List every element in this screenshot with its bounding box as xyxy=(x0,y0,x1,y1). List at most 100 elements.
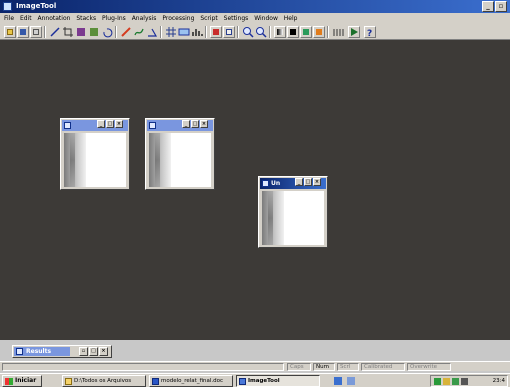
image-window-2[interactable]: _ □ × xyxy=(145,118,215,190)
taskbar-item-folder[interactable]: D:\Todos os Arquivos xyxy=(62,375,146,387)
maximize-button[interactable]: □ xyxy=(304,178,312,186)
menu-file[interactable]: File xyxy=(0,13,16,24)
menu-edit[interactable]: Edit xyxy=(18,13,34,24)
zoom-out-icon[interactable] xyxy=(255,26,267,38)
network-icon[interactable] xyxy=(434,378,441,385)
undo-icon[interactable] xyxy=(101,26,113,38)
clock: 23:4 xyxy=(492,378,505,384)
image-canvas[interactable] xyxy=(149,133,211,187)
mdi-workspace[interactable]: _ □ × _ □ × Un _ □ × xyxy=(0,40,510,340)
minimize-button[interactable]: _ xyxy=(97,120,105,128)
restore-button[interactable]: ▫ xyxy=(79,347,88,356)
histogram-icon[interactable] xyxy=(191,26,203,38)
status-scrl: Scrl xyxy=(337,363,359,371)
menu-stacks[interactable]: Stacks xyxy=(74,13,98,24)
freehand-icon[interactable] xyxy=(133,26,145,38)
image-canvas[interactable] xyxy=(64,133,126,187)
title-buttons: _ ▫ xyxy=(482,1,507,12)
image-window-icon xyxy=(149,122,156,129)
image-window-icon xyxy=(262,180,269,187)
window-icon[interactable] xyxy=(223,26,235,38)
close-button[interactable]: × xyxy=(99,347,108,356)
app-title: ImageTool xyxy=(16,2,57,10)
toolbar-separator xyxy=(115,26,117,38)
minimize-button[interactable]: _ xyxy=(482,1,494,12)
taskbar-item-word[interactable]: modelo_relat_final.doc xyxy=(149,375,233,387)
color-icon[interactable] xyxy=(300,26,312,38)
save-icon[interactable] xyxy=(17,26,29,38)
pencil-icon[interactable] xyxy=(120,26,132,38)
maximize-button[interactable]: □ xyxy=(191,120,199,128)
measure-icon[interactable] xyxy=(178,26,190,38)
word-icon xyxy=(152,378,159,385)
line-icon[interactable] xyxy=(49,26,61,38)
menu-window[interactable]: Window xyxy=(252,13,280,24)
taskbar-item-imagetool[interactable]: ImageTool xyxy=(236,375,320,387)
app-title-bar[interactable]: ImageTool _ ▫ xyxy=(0,0,510,13)
open-icon[interactable] xyxy=(4,26,16,38)
menu-help[interactable]: Help xyxy=(282,13,300,24)
windows-taskbar: Iniciar D:\Todos os Arquivos modelo_rela… xyxy=(0,373,510,387)
tool-bar: ? xyxy=(0,24,510,40)
quick-launch-icon[interactable] xyxy=(332,375,344,387)
folder-icon xyxy=(65,378,72,385)
tray-icon[interactable] xyxy=(461,378,468,385)
imagetool-window: ImageTool _ ▫ File Edit Annotation Stack… xyxy=(0,0,510,387)
menu-settings[interactable]: Settings xyxy=(222,13,251,24)
results-buttons: ▫ □ × xyxy=(79,347,108,356)
status-overwrite: Overwrite xyxy=(407,363,451,371)
paint-icon[interactable] xyxy=(313,26,325,38)
grid-icon[interactable] xyxy=(165,26,177,38)
maximize-button[interactable]: □ xyxy=(106,120,114,128)
image-window-1[interactable]: _ □ × xyxy=(60,118,130,190)
menu-annotation[interactable]: Annotation xyxy=(36,13,73,24)
crop-icon[interactable] xyxy=(62,26,74,38)
stack-icon[interactable] xyxy=(332,26,344,38)
results-titlebar[interactable]: Results xyxy=(14,347,70,356)
image-canvas[interactable] xyxy=(262,191,324,245)
xray-image xyxy=(262,191,284,245)
image-window-title: Un xyxy=(271,180,281,187)
maximize-button[interactable]: □ xyxy=(89,347,98,356)
app-icon xyxy=(3,2,12,11)
results-icon xyxy=(16,348,23,355)
menu-plugins[interactable]: Plug-Ins xyxy=(100,13,128,24)
start-label: Iniciar xyxy=(15,377,37,384)
xray-image xyxy=(149,133,171,187)
start-button[interactable]: Iniciar xyxy=(2,375,42,387)
quick-launch-icon[interactable] xyxy=(345,375,357,387)
help-icon[interactable]: ? xyxy=(364,26,376,38)
zoom-in-icon[interactable] xyxy=(242,26,254,38)
minimize-button[interactable]: _ xyxy=(295,178,303,186)
copy-icon[interactable] xyxy=(75,26,87,38)
restore-button[interactable]: ▫ xyxy=(495,1,507,12)
taskbar-item-label: D:\Todos os Arquivos xyxy=(74,378,132,384)
image-window-icon xyxy=(64,122,71,129)
paste-icon[interactable] xyxy=(88,26,100,38)
lut-icon[interactable] xyxy=(274,26,286,38)
menu-bar: File Edit Annotation Stacks Plug-Ins Ana… xyxy=(0,13,510,24)
minimize-button[interactable]: _ xyxy=(182,120,190,128)
angle-icon[interactable] xyxy=(146,26,158,38)
xray-image xyxy=(64,133,86,187)
volume-icon[interactable] xyxy=(443,378,450,385)
print-icon[interactable] xyxy=(30,26,42,38)
imagetool-icon xyxy=(239,378,246,385)
close-button[interactable]: × xyxy=(115,120,123,128)
menu-processing[interactable]: Processing xyxy=(160,13,196,24)
image-window-buttons: _ □ × xyxy=(182,120,208,129)
system-tray: 23:4 xyxy=(430,375,508,387)
status-calibrated: Calibrated xyxy=(361,363,405,371)
toolbar-separator xyxy=(160,26,162,38)
close-button[interactable]: × xyxy=(200,120,208,128)
toolbar-separator xyxy=(327,26,329,38)
invert-icon[interactable] xyxy=(287,26,299,38)
results-window-minimized[interactable]: Results ▫ □ × xyxy=(12,345,112,358)
play-icon[interactable] xyxy=(348,26,360,38)
antivirus-icon[interactable] xyxy=(452,378,459,385)
close-button[interactable]: × xyxy=(313,178,321,186)
image-window-3[interactable]: Un _ □ × xyxy=(258,176,328,248)
menu-script[interactable]: Script xyxy=(198,13,219,24)
menu-analysis[interactable]: Analysis xyxy=(130,13,159,24)
image-icon[interactable] xyxy=(210,26,222,38)
